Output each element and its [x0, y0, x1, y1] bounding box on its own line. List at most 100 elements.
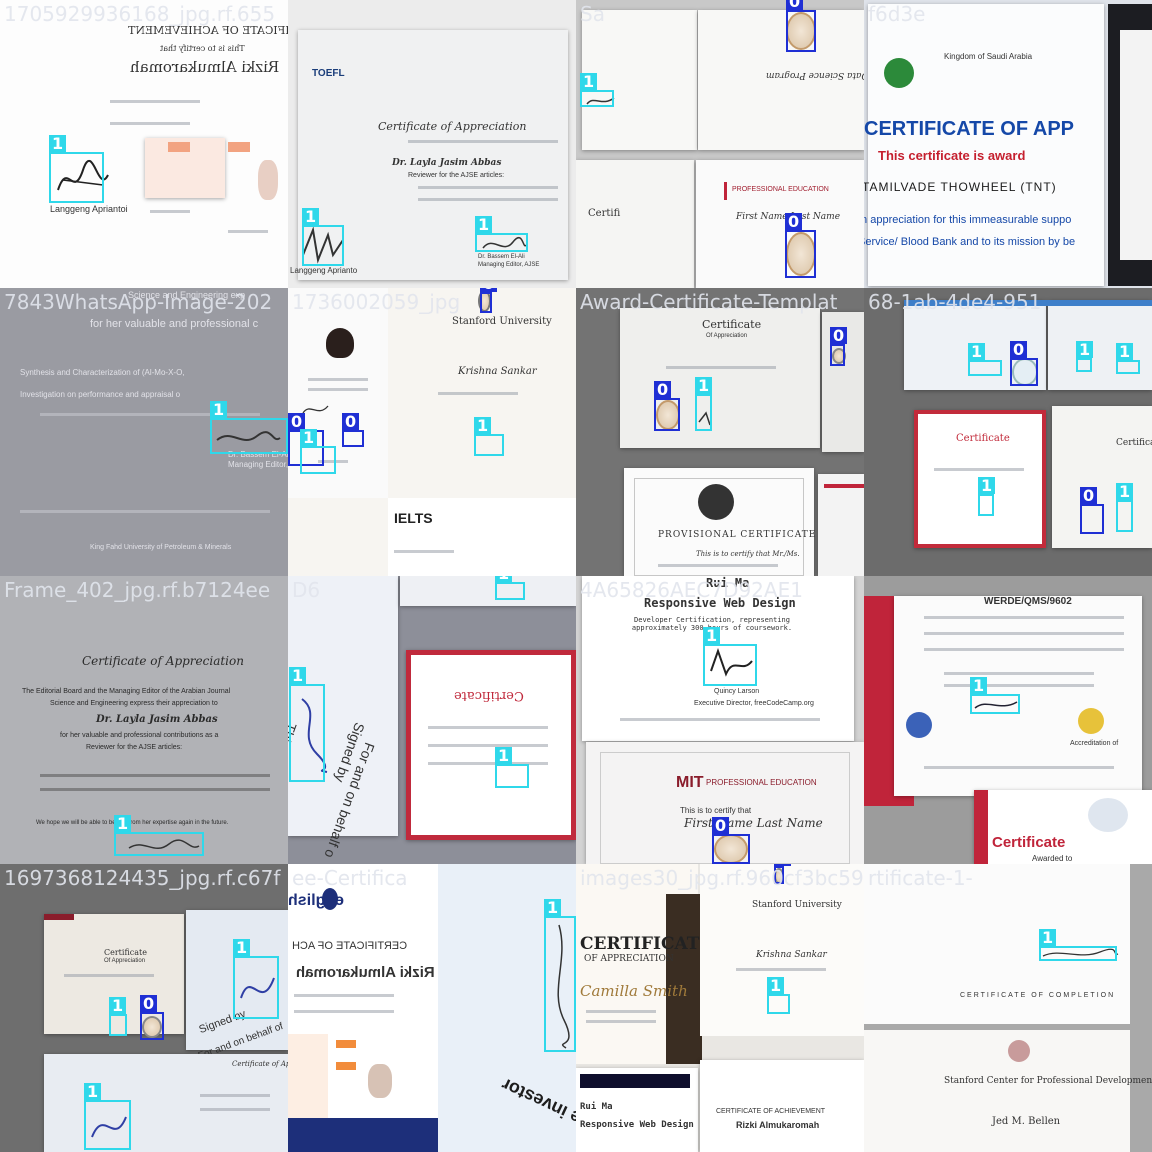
seal-box: 0 — [1080, 487, 1104, 534]
recipient-name: Krishna Sankar — [458, 366, 537, 377]
cert-heading: CERTIFICATE OF ACHIEVEMENT — [716, 1108, 826, 1115]
signature-box: 1 — [703, 627, 757, 686]
cert-heading: CERTIFICATE — [580, 934, 713, 954]
signature-box: 1 — [544, 899, 576, 1052]
signature-box: 1 — [109, 997, 127, 1036]
signature-box: 1 — [495, 576, 525, 600]
cert-heading: CERTIFICATE OF APP — [864, 118, 1074, 140]
tile-12: WERDE/QMS/9602 1 Accreditation of Certif… — [864, 576, 1152, 864]
tile-10: D6 This agreement Signed by For and on b… — [288, 576, 576, 864]
accreditation-text: Accreditation of — [1070, 740, 1119, 747]
signature-box: 1 — [114, 815, 204, 856]
course-title: Responsive Web Design — [644, 596, 796, 610]
cert-text: Service/ Blood Bank and to its mission b… — [864, 236, 1076, 248]
signature-box: 1 — [49, 135, 104, 203]
cert-text: This is to certify that — [160, 44, 245, 53]
recipient-name: Rui Ma — [706, 576, 750, 590]
tile-7: Award-Certificate-Templat Certificate Of… — [576, 288, 864, 576]
cert-heading: CERTIFICATE OF COMPLETION — [960, 992, 1116, 999]
tile-filename: 1697368124435_jpg.rf.c67f — [4, 866, 281, 890]
cert-text: Science and Engineering express their ap… — [50, 700, 218, 707]
tile-filename: 1705929936168_jpg.rf.655 — [4, 2, 276, 26]
signer-name: Langgeng Apriantoi — [50, 204, 128, 214]
tile-13: 1697368124435_jpg.rf.c67f Certificate Of… — [0, 864, 288, 1152]
tile-4: f6d3e Kingdom of Saudi Arabia CERTIFICAT… — [864, 0, 1152, 288]
recipient-name: Jed M. Bellen — [992, 1116, 1061, 1127]
seal-box: 0 — [786, 0, 816, 52]
editor-title: Managing Editor, A — [228, 460, 288, 469]
recipient-name: TAMILVADE THOWHEEL (TNT) — [864, 180, 1057, 194]
mit-logo: MIT — [676, 774, 704, 791]
ielts-logo: IELTS — [394, 510, 433, 526]
signature-box: 1 — [302, 208, 344, 266]
university-name: Stanford University — [752, 900, 842, 910]
recipient-name: Rizki Almukaromah — [130, 58, 280, 76]
signer-name: Quincy Larson — [714, 688, 760, 695]
signature-box: 1 — [580, 73, 614, 107]
cert-text: Science and Engineering exp — [128, 290, 246, 300]
cert-heading: CERTIFICATE OF ACHIEVEMENT — [128, 24, 288, 37]
cert-subheading: OF APPRECIATION — [584, 954, 674, 964]
cert-text: for her valuable and professional contri… — [60, 732, 219, 739]
cert-subtitle: Of Appreciation — [706, 333, 748, 339]
recipient-name: Rui Ma — [580, 1102, 613, 1112]
seal-box: 0 — [140, 995, 164, 1040]
tile-15: images30_jpg.rf.960cf3bc59 CERTIFICATE O… — [576, 864, 864, 1152]
cert-title: Certificate — [956, 433, 1010, 444]
org-text: PROFESSIONAL EDUCATION — [732, 186, 829, 193]
recipient-name: Rizki Almukaromah — [736, 1120, 820, 1130]
seal-box: 0 — [785, 213, 816, 278]
tile-11: 4A65826AEC7D92AE1 Rui Ma Responsive Web … — [576, 576, 864, 864]
cert-title: Certificate of Appreciat — [232, 1060, 288, 1068]
editor-title: Managing Editor, AJSE — [478, 262, 540, 268]
award-text: This certificate is award — [878, 148, 1026, 163]
signature-box: 1 — [1039, 929, 1117, 961]
cert-title: Certificate — [992, 834, 1066, 851]
recipient-name: Krishna Sankar — [756, 950, 827, 960]
signature-box: 1 — [1076, 341, 1094, 372]
signature-box: 1 — [767, 977, 790, 1014]
signature-box: 1 — [475, 216, 528, 252]
signer-name: Langgeng Aprianto — [290, 266, 358, 275]
cert-subtitle: Of Appreciation — [104, 958, 146, 964]
signature-box: 1 — [1116, 483, 1134, 532]
tile-3: Sa Applied Data Science Program 0 1 Cert… — [576, 0, 864, 288]
org-text: PROFESSIONAL EDUCATION — [706, 778, 817, 787]
signature-box: 1 — [300, 429, 336, 474]
cert-title: Certificate — [454, 688, 524, 703]
signature-box: 1 — [84, 1083, 131, 1150]
recipient-name: Dr. Layla Jasim Abbas — [96, 714, 218, 725]
cert-text: Reviewer for the AJSE articles: — [408, 172, 505, 179]
cert-title: Certificate — [1116, 438, 1152, 448]
cert-text: In appreciation for this immeasurable su… — [864, 214, 1072, 226]
cert-heading: PROVISIONAL CERTIFICATE — [658, 530, 817, 540]
signature-box: 1 — [1116, 343, 1140, 374]
seal-box: 0 — [480, 288, 498, 313]
cert-text: for her valuable and professional c — [90, 318, 259, 330]
tile-filename: Frame_402_jpg.rf.b7124ee — [4, 578, 271, 602]
seal-box: 0 — [830, 327, 848, 366]
tile-9: Frame_402_jpg.rf.b7124ee Certificate of … — [0, 576, 288, 864]
cert-text: This is to certify that Mr./Ms. — [696, 550, 800, 558]
cert-title: Certificate of Appreciation — [82, 654, 244, 668]
tile-2: TOEFL Certificate of Appreciation Dr. La… — [288, 0, 576, 288]
detection-mosaic: 1705929936168_jpg.rf.655 CERTIFICATE OF … — [0, 0, 1152, 1152]
seal-box: 0 — [1010, 341, 1038, 386]
cert-heading: Certifi — [588, 208, 621, 219]
signature-box: 1 — [970, 677, 1020, 714]
university-text: King Fahd University of Petroleum & Mine… — [90, 544, 232, 551]
toefl-logo: TOEFL — [312, 68, 345, 79]
tile-16: rtificate-1- 1 CERTIFICATE OF COMPLETION… — [864, 864, 1152, 1152]
tile-14: ee-Certifica english CERTIFICATE OF ACH … — [288, 864, 576, 1152]
signature-box: 1 — [695, 377, 713, 431]
cert-text: This is to certify that — [680, 806, 752, 815]
signature-icon — [302, 405, 329, 414]
seal-box: 0 — [654, 381, 680, 431]
cert-text: Reviewer for the AJSE articles: — [86, 744, 183, 751]
recipient-name: Dr. Layla Jasim Abbas — [392, 158, 502, 168]
recipient-name: First Name Last Name — [684, 816, 823, 830]
signature-box: 1 — [210, 401, 288, 454]
cert-text: Synthesis and Characterization of (Al-Mo… — [20, 368, 185, 377]
signer-title: Executive Director, freeCodeCamp.org — [694, 700, 814, 707]
tile-1: 1705929936168_jpg.rf.655 CERTIFICATE OF … — [0, 0, 288, 288]
